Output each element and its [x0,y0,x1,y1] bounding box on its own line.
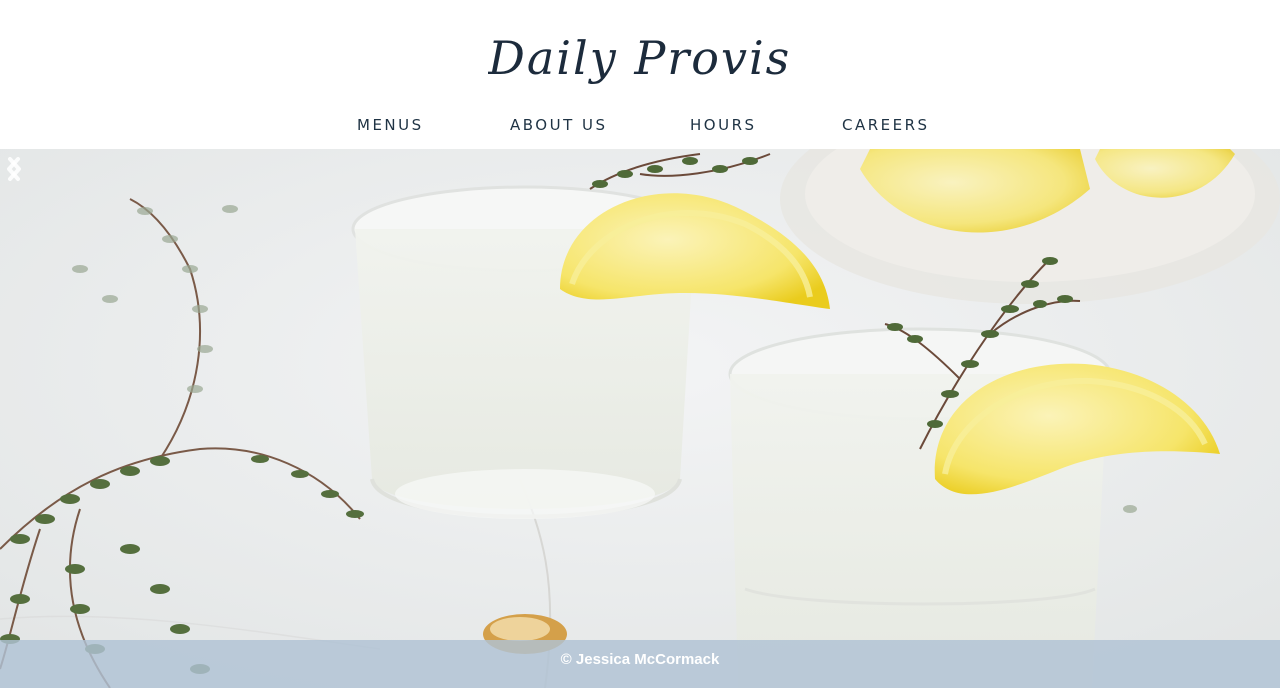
nav-careers[interactable]: CAREERS [842,114,930,136]
site-header: Daily Provisions MENUS ABOUT US HOURS CA… [0,0,1280,149]
photo-credit: © Jessica McCormack [560,651,720,668]
logo[interactable]: Daily Provisions [488,22,792,106]
nav-about-us[interactable]: ABOUT US [510,114,608,136]
hero-image [0,149,1280,688]
nav-hours[interactable]: HOURS [690,114,757,136]
chevron-right-icon[interactable] [0,149,28,189]
logo-text: Daily Provisions [488,31,792,85]
nav-menus[interactable]: MENUS [357,114,424,136]
main-nav: MENUS ABOUT US HOURS CAREERS [0,114,1280,140]
hero-carousel [0,149,1280,688]
